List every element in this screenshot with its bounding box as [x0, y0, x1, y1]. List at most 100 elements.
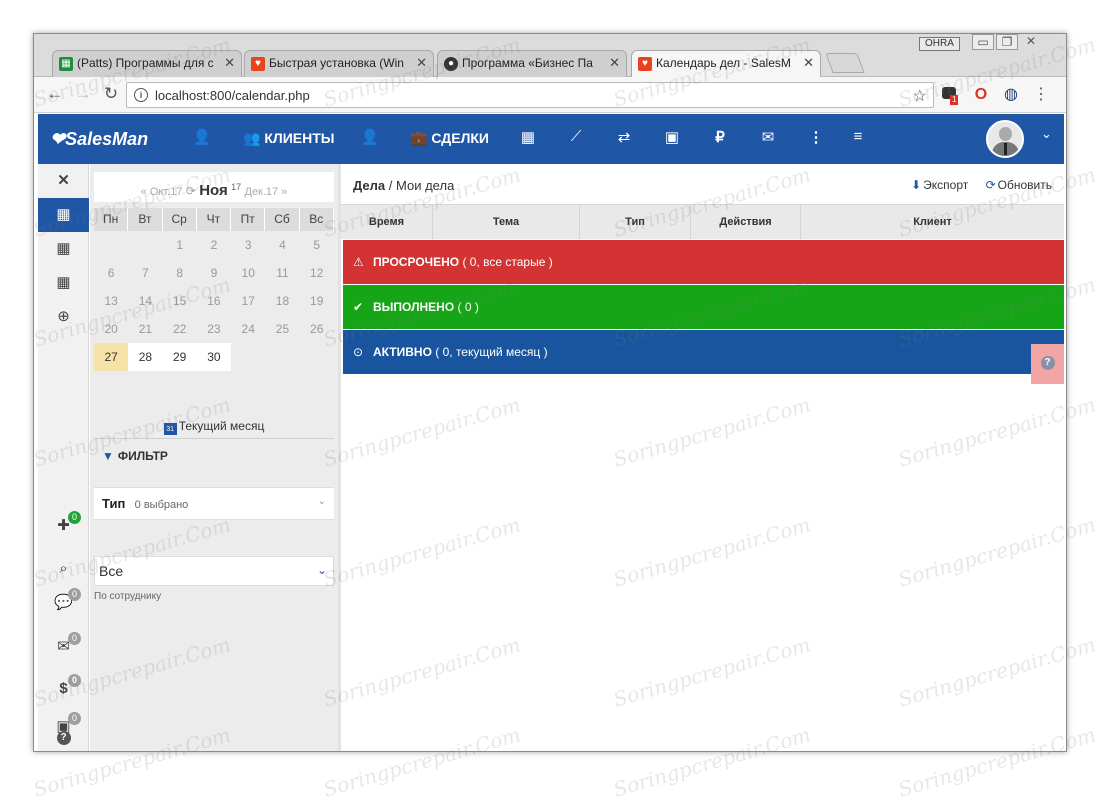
close-tab-icon[interactable]: ✕ [416, 55, 427, 71]
menu-kebab-icon[interactable]: ⋮ [1032, 86, 1050, 104]
export-button[interactable]: ⬇ Экспорт [911, 178, 968, 192]
calendar-day[interactable]: 1 [163, 231, 197, 259]
close-tab-icon[interactable]: ✕ [803, 55, 814, 71]
chevron-down-icon[interactable]: ⌄ [1041, 126, 1052, 142]
calendar-day[interactable]: 15 [163, 287, 197, 315]
breadcrumb-root[interactable]: Дела [353, 178, 385, 193]
help-button[interactable]: ? [1031, 344, 1064, 384]
forward-icon[interactable]: → [72, 83, 94, 105]
prev-month-link[interactable]: « Окт.17 [141, 186, 183, 198]
calendar-day[interactable]: 12 [300, 259, 334, 287]
opera-icon[interactable]: O [972, 86, 990, 104]
avatar[interactable] [986, 120, 1024, 158]
help-circle-icon[interactable]: ? [38, 719, 89, 751]
reload-icon[interactable]: ↻ [100, 83, 122, 105]
refresh-button[interactable]: ⟳ Обновить [986, 178, 1052, 192]
group-done[interactable]: ✔ ВЫПОЛНЕНО ( 0 ) [343, 285, 1064, 329]
mail-icon[interactable]: ✉ [758, 128, 778, 146]
employee-caption: По сотруднику [94, 591, 162, 602]
calendar-day[interactable]: 9 [197, 259, 231, 287]
chevron-down-icon: ⌄ [316, 563, 327, 577]
bookmark-star-icon[interactable]: ☆ [913, 86, 927, 106]
calendar-day[interactable]: 23 [197, 315, 231, 343]
group-active[interactable]: ⊙ АКТИВНО ( 0, текущий месяц ) [343, 330, 1064, 374]
calendar-day[interactable]: 4 [265, 231, 299, 259]
calendar-day[interactable]: 8 [163, 259, 197, 287]
medkit-icon[interactable]: ✚ 0 [38, 509, 89, 543]
nav-clients[interactable]: 👥 КЛИЕНТЫ [243, 130, 334, 147]
calendar-day[interactable]: 22 [163, 315, 197, 343]
tab-calendar[interactable]: ♥ Календарь дел - SalesM ✕ [631, 50, 821, 77]
calendar-group-icon[interactable]: ▦ [38, 266, 89, 300]
calendar-day[interactable]: 24 [231, 315, 265, 343]
employee-select[interactable]: Все ⌄ [94, 556, 334, 586]
search-icon[interactable]: ⌕ [38, 552, 89, 586]
current-month-button[interactable]: 31 Текущий месяц [94, 413, 334, 439]
calendar-day[interactable]: 10 [231, 259, 265, 287]
nav-deals[interactable]: 💼 СДЕЛКИ [410, 130, 489, 147]
close-window-button[interactable]: ✕ [1020, 34, 1042, 50]
column-header[interactable]: Время [341, 205, 433, 239]
trend-chart-icon[interactable]: ⟋ [566, 128, 586, 145]
calendar-day[interactable]: 16 [197, 287, 231, 315]
tab-patts[interactable]: ▦ (Patts) Программы для с ✕ [52, 50, 242, 77]
calendar-day[interactable]: 17 [231, 287, 265, 315]
calendar-day[interactable]: 14 [128, 287, 162, 315]
group-overdue[interactable]: ⚠ ПРОСРОЧЕНО ( 0, все старые ) [343, 240, 1064, 284]
calendar-day[interactable]: 26 [300, 315, 334, 343]
calendar-day[interactable]: 28 [128, 343, 163, 371]
calendar-day[interactable]: 6 [94, 259, 128, 287]
close-icon[interactable]: ✕ [38, 164, 89, 198]
column-header[interactable]: Действия [691, 205, 801, 239]
calendar-day[interactable]: 11 [265, 259, 299, 287]
ruble-icon[interactable]: ₽ [710, 128, 730, 146]
hamburger-menu-icon[interactable]: ≡ [848, 128, 868, 145]
refresh-month-icon[interactable]: ⟳ [186, 184, 196, 198]
minimize-button[interactable]: ▭ [972, 34, 994, 50]
calendar-day[interactable]: 7 [128, 259, 162, 287]
more-icon[interactable]: ⋮ [806, 128, 826, 146]
calendar-icon[interactable]: ▦ [518, 128, 538, 146]
calendar-day[interactable]: 19 [300, 287, 334, 315]
column-header[interactable]: Тема [433, 205, 580, 239]
plus-circle-icon[interactable]: ⊕ [38, 300, 89, 334]
tab-title: Программа «Бизнес Па [462, 56, 593, 70]
calendar-day[interactable]: 27 [94, 343, 129, 371]
calendar-day[interactable]: 5 [300, 231, 334, 259]
chat-icon[interactable]: 💬 0 [38, 586, 89, 620]
calendar-day[interactable]: 2 [197, 231, 231, 259]
vpn-globe-icon[interactable]: ◍ [1002, 86, 1020, 104]
shuffle-icon[interactable]: ⇄ [614, 128, 634, 146]
extension-icon[interactable]: 1 [940, 86, 959, 105]
calendar-day[interactable]: 18 [265, 287, 299, 315]
calendar-flag-icon[interactable]: ▦ [38, 232, 89, 266]
new-tab-button[interactable] [825, 53, 865, 73]
back-icon[interactable]: ← [44, 83, 66, 105]
user-icon[interactable]: 👤 [360, 128, 380, 146]
info-icon[interactable]: i [134, 88, 148, 102]
calendar-day[interactable]: 20 [94, 315, 128, 343]
restore-button[interactable]: ❐ [996, 34, 1018, 50]
next-month-link[interactable]: Дек.17 » [244, 186, 287, 198]
calendar-day[interactable]: 30 [196, 343, 232, 371]
calendar-user-icon[interactable]: ▦ [38, 198, 89, 232]
type-filter[interactable]: Тип 0 выбрано ⌄ [94, 487, 334, 520]
app-logo[interactable]: ❤SalesMan [50, 129, 148, 150]
calendar-day[interactable]: 13 [94, 287, 128, 315]
address-bar[interactable]: i localhost:800/calendar.php ☆ [126, 82, 934, 108]
filter-header[interactable]: ▼ ФИЛЬТР [102, 449, 168, 463]
calendar-day[interactable]: 3 [231, 231, 265, 259]
calendar-day[interactable]: 25 [265, 315, 299, 343]
tab-quick-install[interactable]: ♥ Быстрая установка (Win ✕ [244, 50, 434, 77]
column-header[interactable]: Клиент [801, 205, 1064, 239]
column-header[interactable]: Тип [580, 205, 691, 239]
mail-icon[interactable]: ✉ 0 [38, 630, 89, 664]
close-tab-icon[interactable]: ✕ [609, 55, 620, 71]
close-tab-icon[interactable]: ✕ [224, 55, 235, 71]
dollar-icon[interactable]: $0 [38, 672, 89, 706]
calendar-day[interactable]: 21 [128, 315, 162, 343]
add-client-icon[interactable]: 👤 [192, 128, 212, 146]
calendar-day[interactable]: 29 [162, 343, 197, 371]
tab-business-program[interactable]: ● Программа «Бизнес Па ✕ [437, 50, 627, 77]
archive-icon[interactable]: ▣ [662, 128, 682, 146]
